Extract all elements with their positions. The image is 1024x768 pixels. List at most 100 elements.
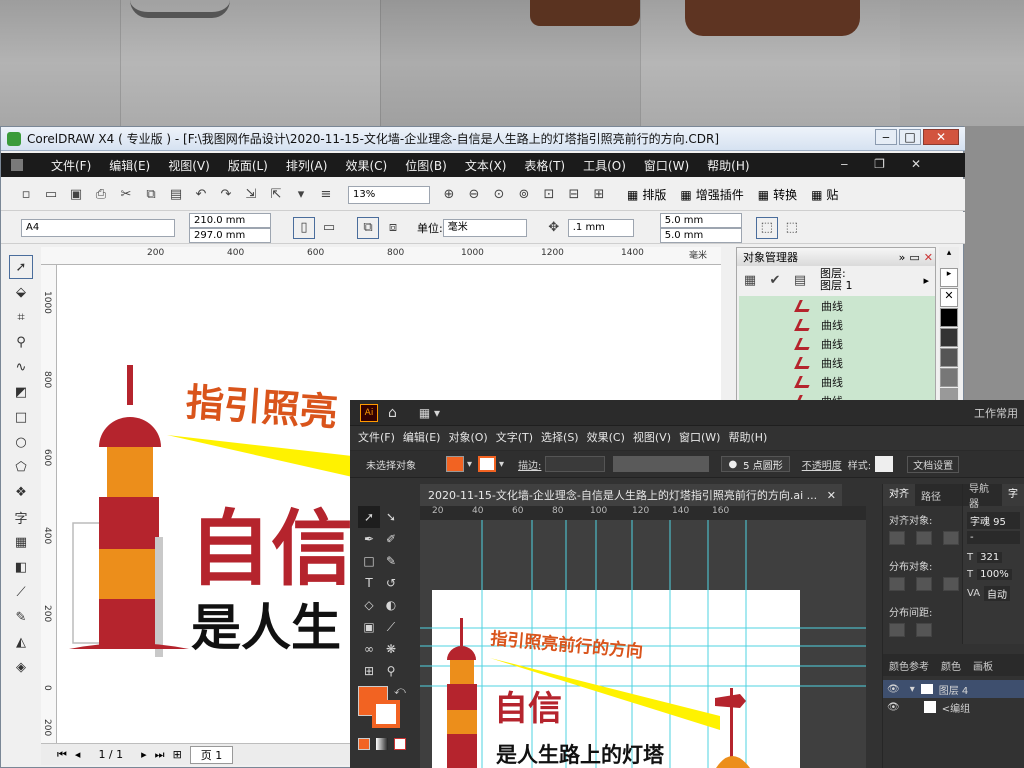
menu-help[interactable]: 帮助(H) [707, 157, 749, 174]
palette-arrow-icon[interactable]: ▸ [940, 268, 958, 287]
welcome-icon[interactable]: ≡ [315, 184, 337, 206]
list-item[interactable]: 曲线 [739, 296, 935, 315]
open-icon[interactable]: ▭ [40, 184, 62, 206]
list-item[interactable]: 曲线 [739, 315, 935, 334]
distribute-bottom-icon[interactable] [943, 577, 960, 591]
doc-minimize-button[interactable]: ‒ [841, 157, 849, 171]
align-center-icon[interactable] [916, 531, 933, 545]
fill-color-swatch[interactable] [446, 456, 464, 472]
zoom-all-icon[interactable]: ⊚ [513, 184, 535, 206]
layer-row[interactable]: 👁 ▾ 图层 4 [883, 680, 1024, 698]
new-icon[interactable]: ▫ [15, 184, 37, 206]
doc-restore-button[interactable]: ❐ [874, 157, 885, 171]
none-mode-icon[interactable] [394, 738, 406, 750]
visibility-icon[interactable]: 👁 [887, 702, 900, 713]
undo-icon[interactable]: ↶ [190, 184, 212, 206]
symbol-sprayer-icon[interactable]: ❋ [380, 638, 402, 660]
tab-color[interactable]: 颜色 [935, 658, 967, 673]
duplicate-x-field[interactable]: 5.0 mm [659, 212, 742, 228]
type-tool-icon[interactable]: T [358, 572, 380, 594]
page-first-icon[interactable]: ⏮ [57, 748, 67, 762]
eyedropper-icon[interactable]: ⟋ [9, 580, 33, 604]
tab-pathfinder[interactable]: 路径 [915, 488, 947, 503]
page-height-field[interactable]: 297.0 mm [189, 227, 271, 243]
smart-fill-icon[interactable]: ◩ [9, 380, 33, 404]
minimize-button[interactable]: ‒ [875, 129, 897, 145]
zoom-tool-icon[interactable]: ⚲ [380, 660, 402, 682]
stroke-swatch[interactable] [372, 700, 400, 728]
crop-tool-icon[interactable]: ⌗ [9, 305, 33, 329]
brush-definition[interactable]: ● 5 点圆形 [721, 456, 790, 472]
curvature-tool-icon[interactable]: ✐ [380, 528, 402, 550]
gradient-tool-icon[interactable]: ▣ [358, 616, 380, 638]
visibility-icon[interactable]: 👁 [887, 684, 900, 695]
menu-bitmaps[interactable]: 位图(B) [405, 157, 447, 174]
copy-icon[interactable]: ⧉ [140, 184, 162, 206]
ai-canvas[interactable]: 指引照亮前行的方向 自信 是人生路上的灯塔 [420, 520, 866, 768]
color-swatch[interactable] [940, 368, 958, 387]
layer-manager-icon[interactable]: ▤ [789, 269, 811, 291]
color-swatch[interactable] [940, 348, 958, 367]
treat-as-filled-icon[interactable]: ⬚ [755, 216, 778, 239]
zoom-tool-icon[interactable]: ⚲ [9, 330, 33, 354]
leading-field[interactable]: 自动 [984, 586, 1011, 601]
ai-menu-object[interactable]: 对象(O) [448, 429, 487, 445]
paintbrush-tool-icon[interactable]: ✎ [380, 550, 402, 572]
cut-icon[interactable]: ✂ [115, 184, 137, 206]
docker-minimize-button[interactable]: ▭ [909, 251, 919, 264]
distribute-top-icon[interactable] [889, 577, 905, 591]
page-size-select[interactable]: A4 [21, 218, 175, 237]
fill-tool-icon[interactable]: ◭ [9, 630, 33, 654]
direct-selection-tool-icon[interactable]: ➘ [380, 506, 402, 528]
tab-close-icon[interactable]: ✕ [827, 489, 836, 502]
rotate-tool-icon[interactable]: ↺ [380, 572, 402, 594]
menu-table[interactable]: 表格(T) [524, 157, 565, 174]
eyedropper-tool-icon[interactable]: ⟋ [380, 616, 402, 638]
ai-menu-type[interactable]: 文字(T) [496, 429, 533, 445]
page-add-icon[interactable]: ⊞ [173, 748, 182, 761]
rectangle-tool-icon[interactable]: □ [358, 550, 380, 572]
eraser-tool-icon[interactable]: ◇ [358, 594, 380, 616]
ai-menu-window[interactable]: 窗口(W) [679, 429, 720, 445]
ai-menu-help[interactable]: 帮助(H) [728, 429, 767, 445]
page-width-field[interactable]: 210.0 mm [189, 212, 271, 228]
graphic-style-swatch[interactable] [875, 456, 894, 472]
docker-collapse-icon[interactable]: » [899, 251, 906, 264]
object-manager-menu-icon[interactable]: ▸ [923, 274, 929, 287]
doc-setup-button[interactable]: 文档设置 [907, 455, 960, 473]
color-swatch[interactable] [940, 328, 958, 347]
zoom-width-icon[interactable]: ⊟ [563, 184, 585, 206]
all-pages-icon[interactable]: ⧉ [357, 216, 379, 239]
print-icon[interactable]: ⎙ [90, 184, 112, 206]
blend-tool-icon[interactable]: ∞ [358, 638, 380, 660]
ai-menu-select[interactable]: 选择(S) [541, 429, 579, 445]
pen-tool-icon[interactable]: ✒ [358, 528, 380, 550]
spacing-horizontal-icon[interactable] [916, 623, 933, 637]
font-family-field[interactable]: 字魂 95 [967, 512, 1020, 529]
maximize-button[interactable]: □ [899, 129, 921, 145]
color-swatch[interactable] [940, 308, 958, 327]
menu-tools[interactable]: 工具(O) [583, 157, 626, 174]
arrange-documents-icon[interactable]: ▦ ▾ [419, 406, 440, 420]
fill-dropdown-icon[interactable]: ▾ [467, 459, 472, 470]
snap-icon[interactable]: ⬚ [781, 217, 803, 239]
basic-shapes-icon[interactable]: ❖ [9, 480, 33, 504]
menu-view[interactable]: 视图(V) [168, 157, 210, 174]
list-item[interactable]: 曲线 [739, 353, 935, 372]
page-tab[interactable]: 页 1 [189, 745, 234, 764]
menu-layout[interactable]: 版面(L) [228, 157, 268, 174]
expand-chevron-icon[interactable]: ▾ [910, 684, 915, 695]
artboard-tool-icon[interactable]: ⊞ [358, 660, 380, 682]
interactive-fill-icon[interactable]: ◈ [9, 655, 33, 679]
import-icon[interactable]: ⇲ [240, 184, 262, 206]
horizontal-scale-field[interactable]: 100% [977, 569, 1012, 580]
pick-tool-icon[interactable]: ➚ [9, 255, 33, 279]
table-tool-icon[interactable]: ▦ [9, 530, 33, 554]
home-icon[interactable]: ⌂ [388, 405, 397, 421]
outline-tool-icon[interactable]: ✎ [9, 605, 33, 629]
workspace-switcher[interactable]: 工作常用 [974, 405, 1018, 421]
tab-artboards[interactable]: 画板 [967, 658, 999, 673]
layout-plugin-button[interactable]: ▦ 排版 [627, 186, 666, 203]
page-prev-icon[interactable]: ◂ [75, 748, 81, 761]
zoom-in-icon[interactable]: ⊕ [438, 184, 460, 206]
